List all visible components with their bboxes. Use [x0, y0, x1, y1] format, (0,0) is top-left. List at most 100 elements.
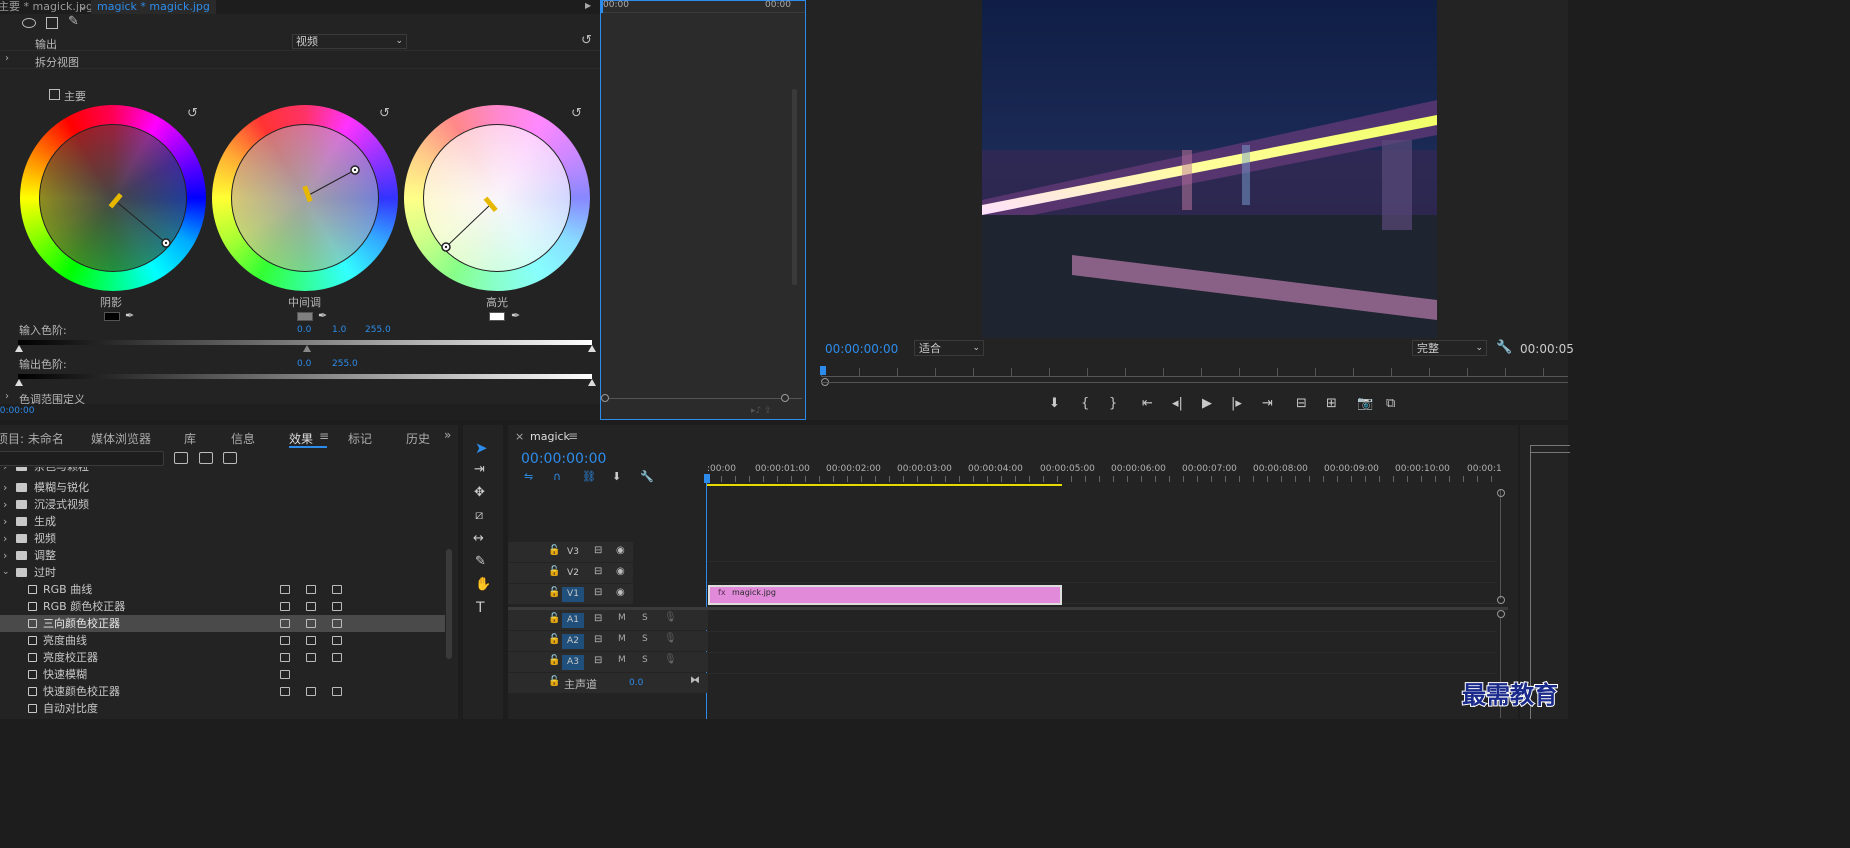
razor-tool-icon[interactable]: ⧄ [475, 508, 483, 523]
eyedropper-icon[interactable]: ✒ [511, 309, 520, 322]
input-gamma-value[interactable]: 1.0 [332, 325, 346, 335]
tab-markers[interactable]: 标记 [348, 430, 372, 447]
go-to-in-icon[interactable]: ⇤ [1142, 396, 1153, 411]
timeline-vertical-scrollbar-video[interactable] [1500, 489, 1501, 599]
panel-menu-icon[interactable]: ≡ [568, 429, 578, 443]
close-icon[interactable]: × [515, 430, 524, 443]
input-black-value[interactable]: 0.0 [297, 325, 311, 335]
play-icon[interactable]: ▶ [1202, 396, 1212, 411]
selection-tool-icon[interactable]: ➤ [475, 439, 488, 457]
step-back-icon[interactable]: ◂| [1172, 396, 1183, 411]
scroll-handle[interactable] [1497, 489, 1505, 497]
output-white-value[interactable]: 255.0 [332, 359, 358, 369]
timeline-timecode[interactable]: 00:00:00:00 [521, 451, 606, 467]
lock-icon[interactable]: 🔓 [548, 676, 560, 687]
fit-select[interactable]: 适合 ⌄ [914, 340, 984, 356]
sync-lock-icon[interactable]: ⊟ [594, 613, 602, 624]
tree-folder[interactable]: › 生成 [0, 513, 445, 530]
sync-lock-icon[interactable]: ⊟ [594, 634, 602, 645]
tab-info[interactable]: 信息 [231, 430, 255, 447]
effect-item[interactable]: 快速模糊 [0, 666, 445, 683]
camera-icon[interactable]: 📷 [1357, 396, 1373, 411]
go-to-out-icon[interactable]: ⇥ [1262, 396, 1273, 411]
yuv-effects-icon[interactable] [223, 452, 237, 464]
program-ruler[interactable] [821, 368, 1568, 376]
scroll-handle[interactable] [1497, 610, 1505, 618]
chevron-right-icon[interactable]: › [5, 391, 9, 402]
input-black-slider[interactable] [15, 345, 23, 352]
sequence-tab[interactable]: magick [530, 430, 570, 443]
hand-tool-icon[interactable]: ✋ [475, 577, 491, 592]
effect-item[interactable]: 亮度曲线 [0, 632, 445, 649]
export-frame-icon[interactable]: ▸♪ ⇪ [751, 406, 772, 416]
track-header-a3[interactable]: 🔓 A3 ⊟ M S 🎙 [508, 652, 708, 672]
effect-item[interactable]: 自动对比度 [0, 700, 445, 717]
nest-icon[interactable]: ⇋ [524, 470, 533, 483]
wrench-icon[interactable]: 🔧 [1496, 340, 1512, 355]
mark-out-icon[interactable]: } [1109, 396, 1117, 411]
effect-item[interactable]: RGB 曲线 [0, 581, 445, 598]
mute-button[interactable]: M [618, 613, 626, 623]
tab-project[interactable]: 项目: 未命名 [0, 430, 64, 447]
track-select-tool-icon[interactable]: ⇥ [474, 462, 485, 477]
video-clip[interactable]: fx magick.jpg [708, 585, 1062, 605]
mute-button[interactable]: M [618, 634, 626, 644]
extract-icon[interactable]: ⊞ [1326, 396, 1337, 411]
effect-item[interactable]: RGB 颜色校正器 [0, 598, 445, 615]
track-lane-v3[interactable] [707, 542, 1497, 562]
lock-icon[interactable]: 🔓 [548, 613, 560, 624]
sync-lock-icon[interactable]: ⊟ [594, 587, 602, 598]
marker-icon[interactable]: ⬇ [1049, 396, 1060, 411]
input-white-value[interactable]: 255.0 [365, 325, 391, 335]
vertical-scrollbar[interactable] [792, 89, 797, 285]
tree-folder[interactable]: ⌄ 过时 [0, 564, 445, 581]
effect-item[interactable]: 快速颜色校正器 [0, 683, 445, 700]
input-white-slider[interactable] [588, 345, 596, 352]
track-header-a2[interactable]: 🔓 A2 ⊟ M S 🎙 [508, 631, 708, 651]
linked-selection-icon[interactable]: ⛓ [582, 470, 596, 483]
microphone-icon[interactable]: 🎙 [664, 612, 677, 623]
highlights-swatch[interactable] [489, 312, 505, 321]
master-volume-value[interactable]: 0.0 [629, 678, 643, 688]
go-to-edit-point-icon[interactable]: ⧓ [690, 675, 700, 686]
tab-libraries[interactable]: 库 [184, 430, 196, 447]
panel-menu-icon[interactable]: ≡ [319, 429, 329, 443]
midtones-swatch[interactable] [297, 312, 313, 321]
output-white-slider[interactable] [588, 379, 596, 386]
microphone-icon[interactable]: 🎙 [664, 633, 677, 644]
eyedropper-icon[interactable]: ✒ [318, 309, 327, 322]
tab-effects[interactable]: 效果 [289, 430, 313, 447]
track-lane-v2[interactable] [707, 563, 1497, 583]
effect-item[interactable]: 亮度校正器 [0, 649, 445, 666]
effect-item-selected[interactable]: 三向颜色校正器 [0, 615, 445, 632]
eye-icon[interactable]: ◉ [616, 566, 625, 577]
track-label-v2[interactable]: V2 [562, 566, 584, 581]
tree-folder[interactable]: › 沉浸式视频 [0, 496, 445, 513]
track-header-v1[interactable]: 🔓 V1 ⊟ ◉ [508, 584, 633, 604]
mark-in-icon[interactable]: { [1081, 396, 1089, 411]
zoom-scrollbar[interactable] [604, 398, 802, 399]
work-area-bar[interactable] [707, 484, 1062, 486]
sync-lock-icon[interactable]: ⊟ [594, 566, 602, 577]
tab-media-browser[interactable]: 媒体浏览器 [91, 430, 151, 447]
snap-icon[interactable]: ∩ [553, 470, 561, 483]
ripple-edit-tool-icon[interactable]: ✥ [474, 485, 485, 500]
wrench-icon[interactable]: 🔧 [640, 470, 654, 483]
program-playhead[interactable] [820, 366, 826, 375]
track-label-v1[interactable]: V1 [562, 587, 584, 602]
program-zoom-bar[interactable] [821, 382, 1568, 383]
track-header-v2[interactable]: 🔓 V2 ⊟ ◉ [508, 563, 633, 583]
pen-tool-icon[interactable]: ✎ [475, 554, 486, 569]
mute-button[interactable]: M [618, 655, 626, 665]
input-gamma-slider[interactable] [303, 345, 311, 352]
lock-icon[interactable]: 🔓 [548, 655, 560, 666]
program-timecode[interactable]: 00:00:00:00 [825, 342, 898, 356]
add-marker-icon[interactable]: ⬇ [612, 470, 621, 483]
tree-folder[interactable]: › 杂色与颗粒 [0, 467, 445, 475]
eye-icon[interactable]: ◉ [616, 545, 625, 556]
tab-history[interactable]: 历史 [406, 430, 430, 447]
track-label-v3[interactable]: V3 [562, 545, 584, 560]
lock-icon[interactable]: 🔓 [548, 587, 560, 598]
effect-controls-timecode[interactable]: 00:00:00 [0, 406, 34, 416]
solo-button[interactable]: S [642, 613, 648, 623]
